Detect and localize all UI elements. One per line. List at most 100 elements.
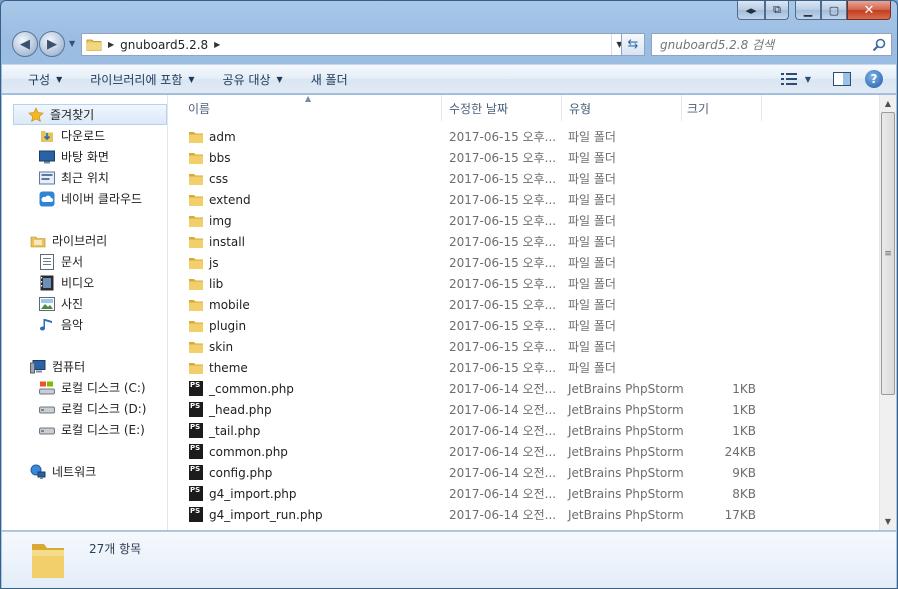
file-name-cell[interactable]: PS _tail.php [169, 423, 442, 439]
file-name-cell[interactable]: css [169, 171, 442, 187]
recent-pages-dropdown[interactable]: ▼ [69, 39, 75, 48]
file-name-cell[interactable]: PS _head.php [169, 402, 442, 418]
file-name-cell[interactable]: plugin [169, 318, 442, 334]
table-row[interactable]: theme 2017-06-15 오후... 파일 폴더 [169, 357, 878, 378]
table-row[interactable]: PS config.php 2017-06-14 오전... JetBrains Ph… [169, 462, 878, 483]
minimize-button[interactable]: ▁ [795, 1, 821, 20]
refresh-button[interactable]: ⇆ [621, 33, 645, 56]
details-pane: 27개 항목 [2, 531, 896, 588]
file-name: theme [209, 360, 248, 375]
close-button[interactable]: ✕ [847, 1, 891, 20]
file-name-cell[interactable]: lib [169, 276, 442, 292]
include-library-button[interactable]: 라이브러리에 포함 ▼ [80, 67, 204, 91]
vertical-scrollbar[interactable]: ▲ ≡ ▼ [879, 95, 896, 530]
nav-libraries-label: 라이브러리 [52, 234, 108, 248]
maximize-button[interactable]: ▢ [821, 1, 847, 20]
file-date: 2017-06-15 오후... [449, 130, 557, 144]
nav-videos[interactable]: 비디오 [39, 272, 94, 293]
column-header-type[interactable]: 유형 [562, 95, 682, 121]
table-row[interactable]: plugin 2017-06-15 오후... 파일 폴더 [169, 315, 878, 336]
table-row[interactable]: PS g4_import.php 2017-06-14 오전... JetBrains… [169, 483, 878, 504]
file-name-cell[interactable]: PS config.php [169, 465, 442, 481]
table-row[interactable]: extend 2017-06-15 오후... 파일 폴더 [169, 189, 878, 210]
file-name-cell[interactable]: PS g4_import.php [169, 486, 442, 502]
file-name-cell[interactable]: PS _common.php [169, 381, 442, 397]
nav-music[interactable]: 음악 [39, 314, 83, 335]
file-date: 2017-06-15 오후... [449, 256, 557, 270]
file-name-cell[interactable]: bbs [169, 150, 442, 166]
file-date: 2017-06-14 오전... [449, 403, 557, 417]
column-header-date[interactable]: 수정한 날짜 [442, 95, 562, 121]
change-view-button[interactable]: ▼ [776, 67, 816, 91]
search-icon[interactable] [871, 37, 887, 53]
file-name-cell[interactable]: theme [169, 360, 442, 376]
column-header-name[interactable]: 이름 ▲ [169, 95, 442, 121]
nav-documents[interactable]: 문서 [39, 251, 83, 272]
table-row[interactable]: skin 2017-06-15 오후... 파일 폴더 [169, 336, 878, 357]
search-input[interactable] [652, 35, 871, 54]
breadcrumb-separator-icon[interactable]: ▶ [108, 40, 114, 49]
nav-desktop[interactable]: 바탕 화면 [39, 146, 109, 167]
share-button[interactable]: 공유 대상 ▼ [213, 67, 293, 91]
scroll-down-icon[interactable]: ▼ [880, 513, 896, 530]
file-date: 2017-06-14 오전... [449, 487, 557, 501]
help-button[interactable]: ? [858, 67, 890, 91]
address-bar[interactable]: ▶ gnuboard5.2.8 ▶ ▼ [81, 33, 628, 56]
nav-pictures[interactable]: 사진 [39, 293, 83, 314]
nav-disk-e[interactable]: 로컬 디스크 (E:) [39, 419, 145, 440]
file-name-cell[interactable]: skin [169, 339, 442, 355]
column-header-size[interactable]: 크기 [682, 95, 762, 121]
nav-libraries[interactable]: 라이브러리 [30, 230, 107, 251]
forward-button[interactable]: ▶ [39, 31, 65, 57]
table-row[interactable]: PS g4_import_run.php 2017-06-14 오전... JetBr… [169, 504, 878, 525]
table-row[interactable]: install 2017-06-15 오후... 파일 폴더 [169, 231, 878, 252]
table-row[interactable]: lib 2017-06-15 오후... 파일 폴더 [169, 273, 878, 294]
item-count: 27개 항목 [89, 542, 142, 556]
table-row[interactable]: PS _tail.php 2017-06-14 오전... JetBrains Php… [169, 420, 878, 441]
nav-recent[interactable]: 최근 위치 [39, 167, 109, 188]
navigation-pane: 즐겨찾기 다운로드 바탕 화면 최근 위치 네이버 클라우드 라이브러리 문서 … [2, 95, 168, 530]
nav-favorites[interactable]: 즐겨찾기 [13, 104, 167, 125]
file-name-cell[interactable]: js [169, 255, 442, 271]
nav-disk-d[interactable]: 로컬 디스크 (D:) [39, 398, 146, 419]
forward-arrow-icon: ▶ [47, 36, 57, 52]
table-row[interactable]: adm 2017-06-15 오후... 파일 폴더 [169, 126, 878, 147]
file-name-cell[interactable]: PS g4_import_run.php [169, 507, 442, 523]
table-row[interactable]: PS _common.php 2017-06-14 오전... JetBrains P… [169, 378, 878, 399]
switch-window-icon[interactable]: ⧉ [765, 1, 789, 20]
file-name: install [209, 234, 245, 249]
preview-pane-button[interactable] [826, 67, 858, 91]
table-row[interactable]: mobile 2017-06-15 오후... 파일 폴더 [169, 294, 878, 315]
table-row[interactable]: js 2017-06-15 오후... 파일 폴더 [169, 252, 878, 273]
phpstorm-file-icon: PS [188, 423, 204, 439]
file-name-cell[interactable]: adm [169, 129, 442, 145]
scrollbar-thumb[interactable]: ≡ [881, 112, 895, 395]
new-folder-button[interactable]: 새 폴더 [301, 67, 358, 91]
nav-disk-c[interactable]: 로컬 디스크 (C:) [39, 377, 146, 398]
table-row[interactable]: PS common.php 2017-06-14 오전... JetBrains Ph… [169, 441, 878, 462]
breadcrumb-separator-icon[interactable]: ▶ [214, 40, 220, 49]
file-size: 9KB [732, 465, 756, 480]
search-box[interactable] [651, 33, 892, 56]
file-name-cell[interactable]: extend [169, 192, 442, 208]
file-name-cell[interactable]: install [169, 234, 442, 250]
nav-network[interactable]: 네트워크 [30, 461, 96, 482]
snap-icon[interactable]: ◂▸ [737, 1, 765, 20]
organize-button[interactable]: 구성 ▼ [18, 67, 72, 91]
back-button[interactable]: ◀ [12, 31, 38, 57]
breadcrumb-folder[interactable]: gnuboard5.2.8 [120, 38, 208, 52]
table-row[interactable]: bbs 2017-06-15 오후... 파일 폴더 [169, 147, 878, 168]
file-name-cell[interactable]: PS common.php [169, 444, 442, 460]
table-row[interactable]: css 2017-06-15 오후... 파일 폴더 [169, 168, 878, 189]
ps-badge: PS [189, 486, 203, 501]
nav-naver-cloud[interactable]: 네이버 클라우드 [39, 188, 142, 209]
nav-computer[interactable]: 컴퓨터 [30, 356, 85, 377]
file-name-cell[interactable]: img [169, 213, 442, 229]
table-row[interactable]: PS _head.php 2017-06-14 오전... JetBrains Php… [169, 399, 878, 420]
file-type: JetBrains PhpStorm [568, 381, 684, 396]
nav-downloads[interactable]: 다운로드 [39, 125, 105, 146]
documents-icon [39, 253, 55, 270]
scroll-up-icon[interactable]: ▲ [880, 95, 896, 112]
file-name-cell[interactable]: mobile [169, 297, 442, 313]
table-row[interactable]: img 2017-06-15 오후... 파일 폴더 [169, 210, 878, 231]
